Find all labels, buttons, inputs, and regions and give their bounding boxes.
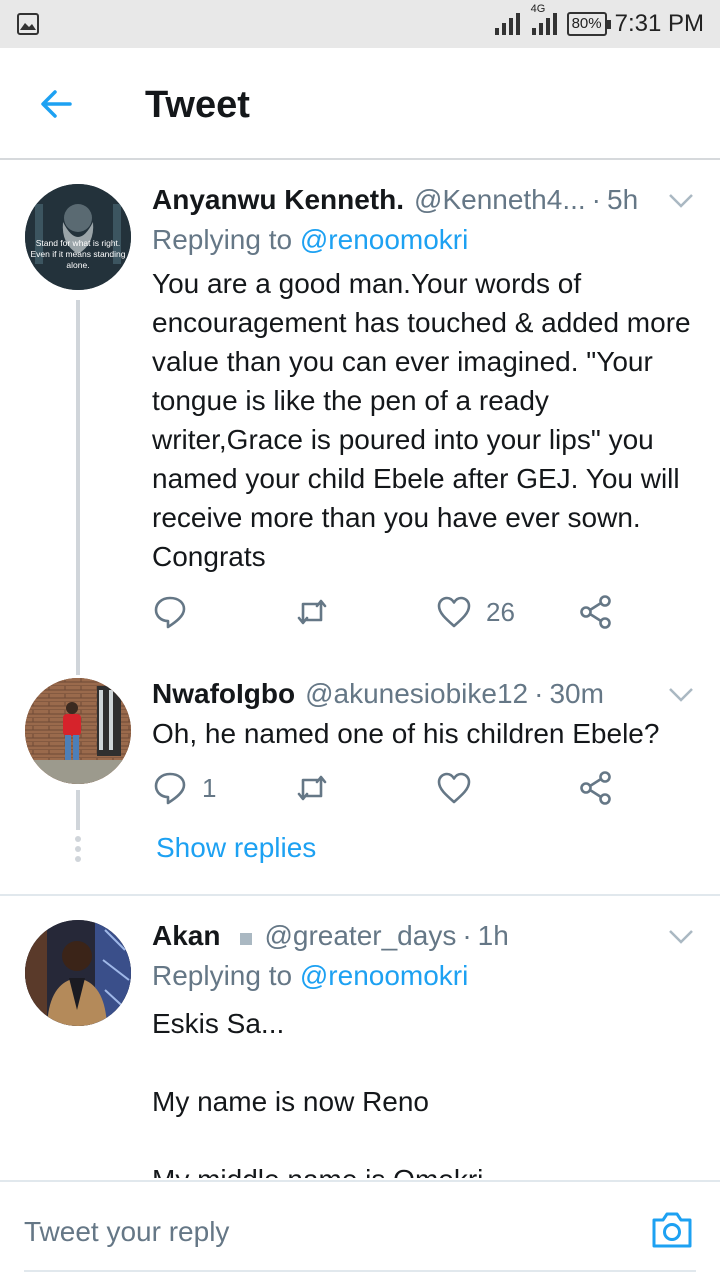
tweet-time: 30m [549,678,604,709]
reply-underline [24,1270,696,1272]
replying-handle-link[interactable]: @renoomokri [300,960,468,991]
like-button[interactable]: 26 [436,594,515,630]
avatar[interactable] [25,678,131,784]
chevron-down-icon[interactable] [668,928,694,946]
tweet-text: You are a good man.Your words of encoura… [152,268,691,572]
show-replies-link[interactable]: Show replies [156,832,316,864]
tweet-actions: 1 [152,770,622,810]
more-replies-dots [74,836,82,862]
separator: · [591,184,601,215]
reply-button[interactable]: 1 [152,770,216,806]
tweet-header: Anyanwu Kenneth. @Kenneth4... · 5h [152,184,700,216]
replying-prefix: Replying to [152,224,293,255]
avatar-image [25,920,131,1026]
share-icon [580,771,611,805]
heart-icon [437,772,471,804]
back-arrow-icon[interactable] [36,84,76,124]
share-button[interactable] [578,594,614,630]
replying-to: Replying to @renoomokri [152,224,468,256]
author-handle[interactable]: @Kenneth4... [414,184,586,216]
author-handle[interactable]: @akunesiobike12 [305,678,528,710]
page-title: Tweet [145,84,250,126]
author-handle[interactable]: @greater_days [264,920,456,952]
thread-line [76,300,80,675]
signal-icon-2 [531,13,557,35]
avatar[interactable]: Stand for what is right. Even if it mean… [25,184,131,290]
replying-handle-link[interactable]: @renoomokri [300,224,468,255]
share-button[interactable] [578,770,614,806]
clock: 7:31 PM [614,10,704,37]
reply-bar [0,1180,720,1280]
camera-icon[interactable] [650,1210,694,1250]
reply-button[interactable] [152,594,202,630]
tweet-header: NwafoIgbo @akunesiobike12 · 30m [152,678,700,710]
image-notification-icon [17,13,39,35]
status-right: 4G 80% 7:31 PM [494,0,704,48]
replying-to: Replying to @renoomokri [152,960,468,992]
tweet-text: Eskis Sa... My name is now Reno My middl… [152,1008,483,1178]
tweet-header: Akan @greater_days · 1h [152,920,700,952]
separator: · [534,678,544,709]
heart-icon [437,596,471,628]
like-count: 26 [486,596,515,627]
reply-icon [154,596,186,629]
tweet-time: 5h [607,184,639,215]
app-header: Tweet [0,48,720,160]
status-bar: 4G 80% 7:31 PM [0,0,720,48]
reply-icon [154,772,186,805]
chevron-down-icon[interactable] [668,686,694,704]
author-name[interactable]: NwafoIgbo [152,678,295,710]
retweet-icon [297,599,327,625]
tweet-akan[interactable]: Akan @greater_days · 1h Replying to @ren… [0,896,720,1178]
avatar[interactable] [25,920,131,1026]
tweet-actions: 26 [152,594,622,634]
tweet-time: 1h [477,920,509,951]
verified-square-icon [240,933,253,945]
share-icon [580,595,611,629]
retweet-button[interactable] [294,594,344,630]
retweet-button[interactable] [294,770,344,806]
author-name[interactable]: Anyanwu Kenneth. [152,184,404,216]
avatar-image [25,184,131,290]
lte-signal: 4G [529,3,559,35]
reply-count: 1 [202,772,217,803]
replying-prefix: Replying to [152,960,293,991]
separator: · [462,920,472,951]
reply-input[interactable] [24,1204,624,1260]
battery-indicator: 80% [566,12,611,36]
avatar-image [25,678,131,784]
like-button[interactable] [436,770,486,806]
retweet-icon [297,775,327,801]
chevron-down-icon[interactable] [668,192,694,210]
tweet-text: Oh, he named one of his children Ebele? [152,718,660,749]
signal-icon [494,13,520,35]
network-label: 4G [530,3,546,15]
avatar-caption: Stand for what is right. Even if it mean… [30,238,126,270]
author-name[interactable]: Akan [152,920,220,952]
thread-line [76,790,80,830]
